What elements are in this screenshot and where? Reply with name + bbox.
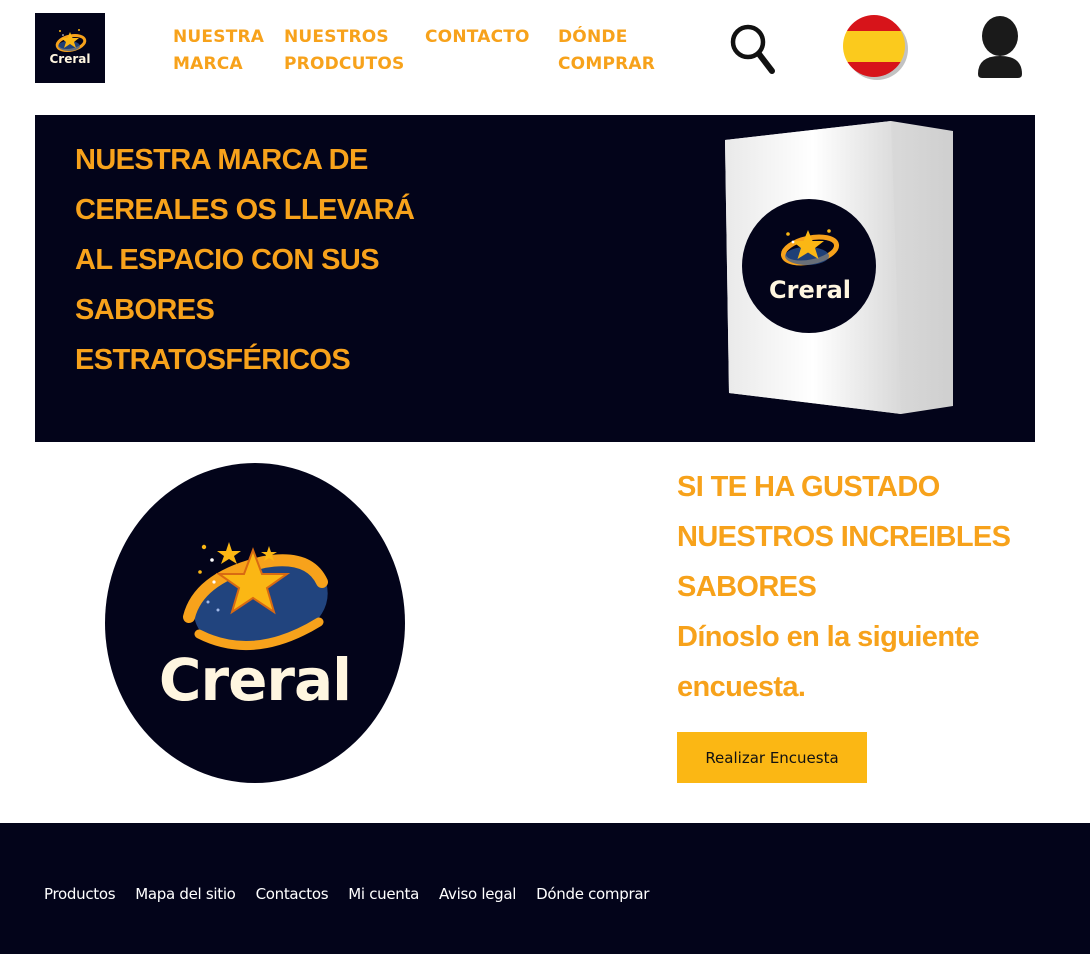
footer-link-mi-cuenta[interactable]: Mi cuenta xyxy=(348,885,419,903)
spain-flag-icon xyxy=(843,15,908,80)
nav-contacto[interactable]: CONTACTO xyxy=(425,24,545,51)
survey-heading-line: SI TE HA GUSTADO xyxy=(677,471,940,503)
search-icon xyxy=(730,24,775,74)
site-header: Creral NUESTRA MARCA NUESTROS PRODCUTOS … xyxy=(0,0,1090,115)
hero-banner: NUESTRA MARCA DE CEREALES OS LLEVARÁ AL … xyxy=(35,115,1035,442)
account-button[interactable] xyxy=(973,14,1027,80)
nav-label: DÓNDE xyxy=(558,27,628,47)
footer-link-productos[interactable]: Productos xyxy=(44,885,116,903)
brand-logo-image: Creral xyxy=(35,13,105,83)
nav-label: PRODCUTOS xyxy=(284,54,405,74)
creral-logo-large: Creral xyxy=(105,463,405,783)
nav-nuestra-marca[interactable]: NUESTRA MARCA xyxy=(173,24,273,78)
site-footer: Productos Mapa del sitio Contactos Mi cu… xyxy=(0,823,1090,954)
hero-headline: NUESTRA MARCA DE CEREALES OS LLEVARÁ AL … xyxy=(75,144,415,376)
survey-button[interactable]: Realizar Encuesta xyxy=(677,732,867,783)
survey-message: SI TE HA GUSTADO NUESTROS INCREIBLES SAB… xyxy=(677,462,1077,712)
nav-label: MARCA xyxy=(173,54,243,74)
survey-invite-text: Dínoslo en la siguiente encuesta. xyxy=(677,621,980,703)
nav-donde-comprar[interactable]: DÓNDE COMPRAR xyxy=(558,24,668,78)
language-button[interactable] xyxy=(842,15,910,81)
footer-link-aviso-legal[interactable]: Aviso legal xyxy=(439,885,516,903)
nav-label: COMPRAR xyxy=(558,54,656,74)
footer-link-donde-comprar[interactable]: Dónde comprar xyxy=(536,885,649,903)
cereal-box-image: Creral xyxy=(725,121,953,414)
nav-label: CONTACTO xyxy=(425,27,530,47)
user-icon xyxy=(978,16,1022,78)
svg-text:Creral: Creral xyxy=(769,276,851,304)
svg-text:Creral: Creral xyxy=(159,646,351,714)
footer-link-contactos[interactable]: Contactos xyxy=(256,885,329,903)
svg-text:Creral: Creral xyxy=(50,52,91,66)
survey-heading-line: SABORES xyxy=(677,571,817,603)
survey-section: Creral SI TE HA GUSTADO NUESTROS INCREIB… xyxy=(0,442,1090,823)
search-button[interactable] xyxy=(728,20,778,76)
nav-label: NUESTROS xyxy=(284,27,389,47)
footer-nav: Productos Mapa del sitio Contactos Mi cu… xyxy=(44,885,649,903)
nav-label: NUESTRA xyxy=(173,27,265,47)
footer-link-mapa-del-sitio[interactable]: Mapa del sitio xyxy=(135,885,236,903)
survey-heading-line: NUESTROS INCREIBLES xyxy=(677,521,1011,553)
brand-logo[interactable]: Creral xyxy=(35,13,105,83)
nav-nuestros-productos[interactable]: NUESTROS PRODCUTOS xyxy=(284,24,414,78)
